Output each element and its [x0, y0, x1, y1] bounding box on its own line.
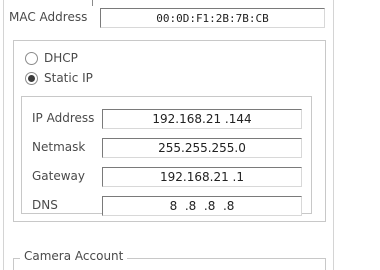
- panel-border-right: [333, 0, 334, 270]
- network-settings-panel: MAC Address 00:0D:F1:2B:7B:CB DHCP Stati…: [0, 0, 380, 270]
- netmask-label: Netmask: [32, 140, 86, 154]
- ip-address-field[interactable]: 192.168.21 .144: [102, 109, 302, 129]
- ip-address-label: IP Address: [32, 111, 95, 125]
- camera-account-title: Camera Account: [20, 249, 128, 263]
- gateway-field[interactable]: 192.168.21 .1: [102, 167, 302, 187]
- gateway-label: Gateway: [32, 169, 86, 183]
- dns-field[interactable]: 8 .8 .8 .8: [102, 196, 302, 216]
- mac-address-field[interactable]: 00:0D:F1:2B:7B:CB: [100, 8, 325, 28]
- mac-address-label: MAC Address: [9, 10, 88, 24]
- panel-border-left: [3, 0, 4, 270]
- netmask-field[interactable]: 255.255.255.0: [102, 138, 302, 158]
- static-ip-radio[interactable]: [25, 72, 38, 85]
- panel-divider: [92, 0, 93, 6]
- dns-label: DNS: [32, 198, 58, 212]
- dhcp-label: DHCP: [44, 51, 78, 65]
- dhcp-radio[interactable]: [25, 52, 38, 65]
- static-ip-label: Static IP: [44, 71, 93, 85]
